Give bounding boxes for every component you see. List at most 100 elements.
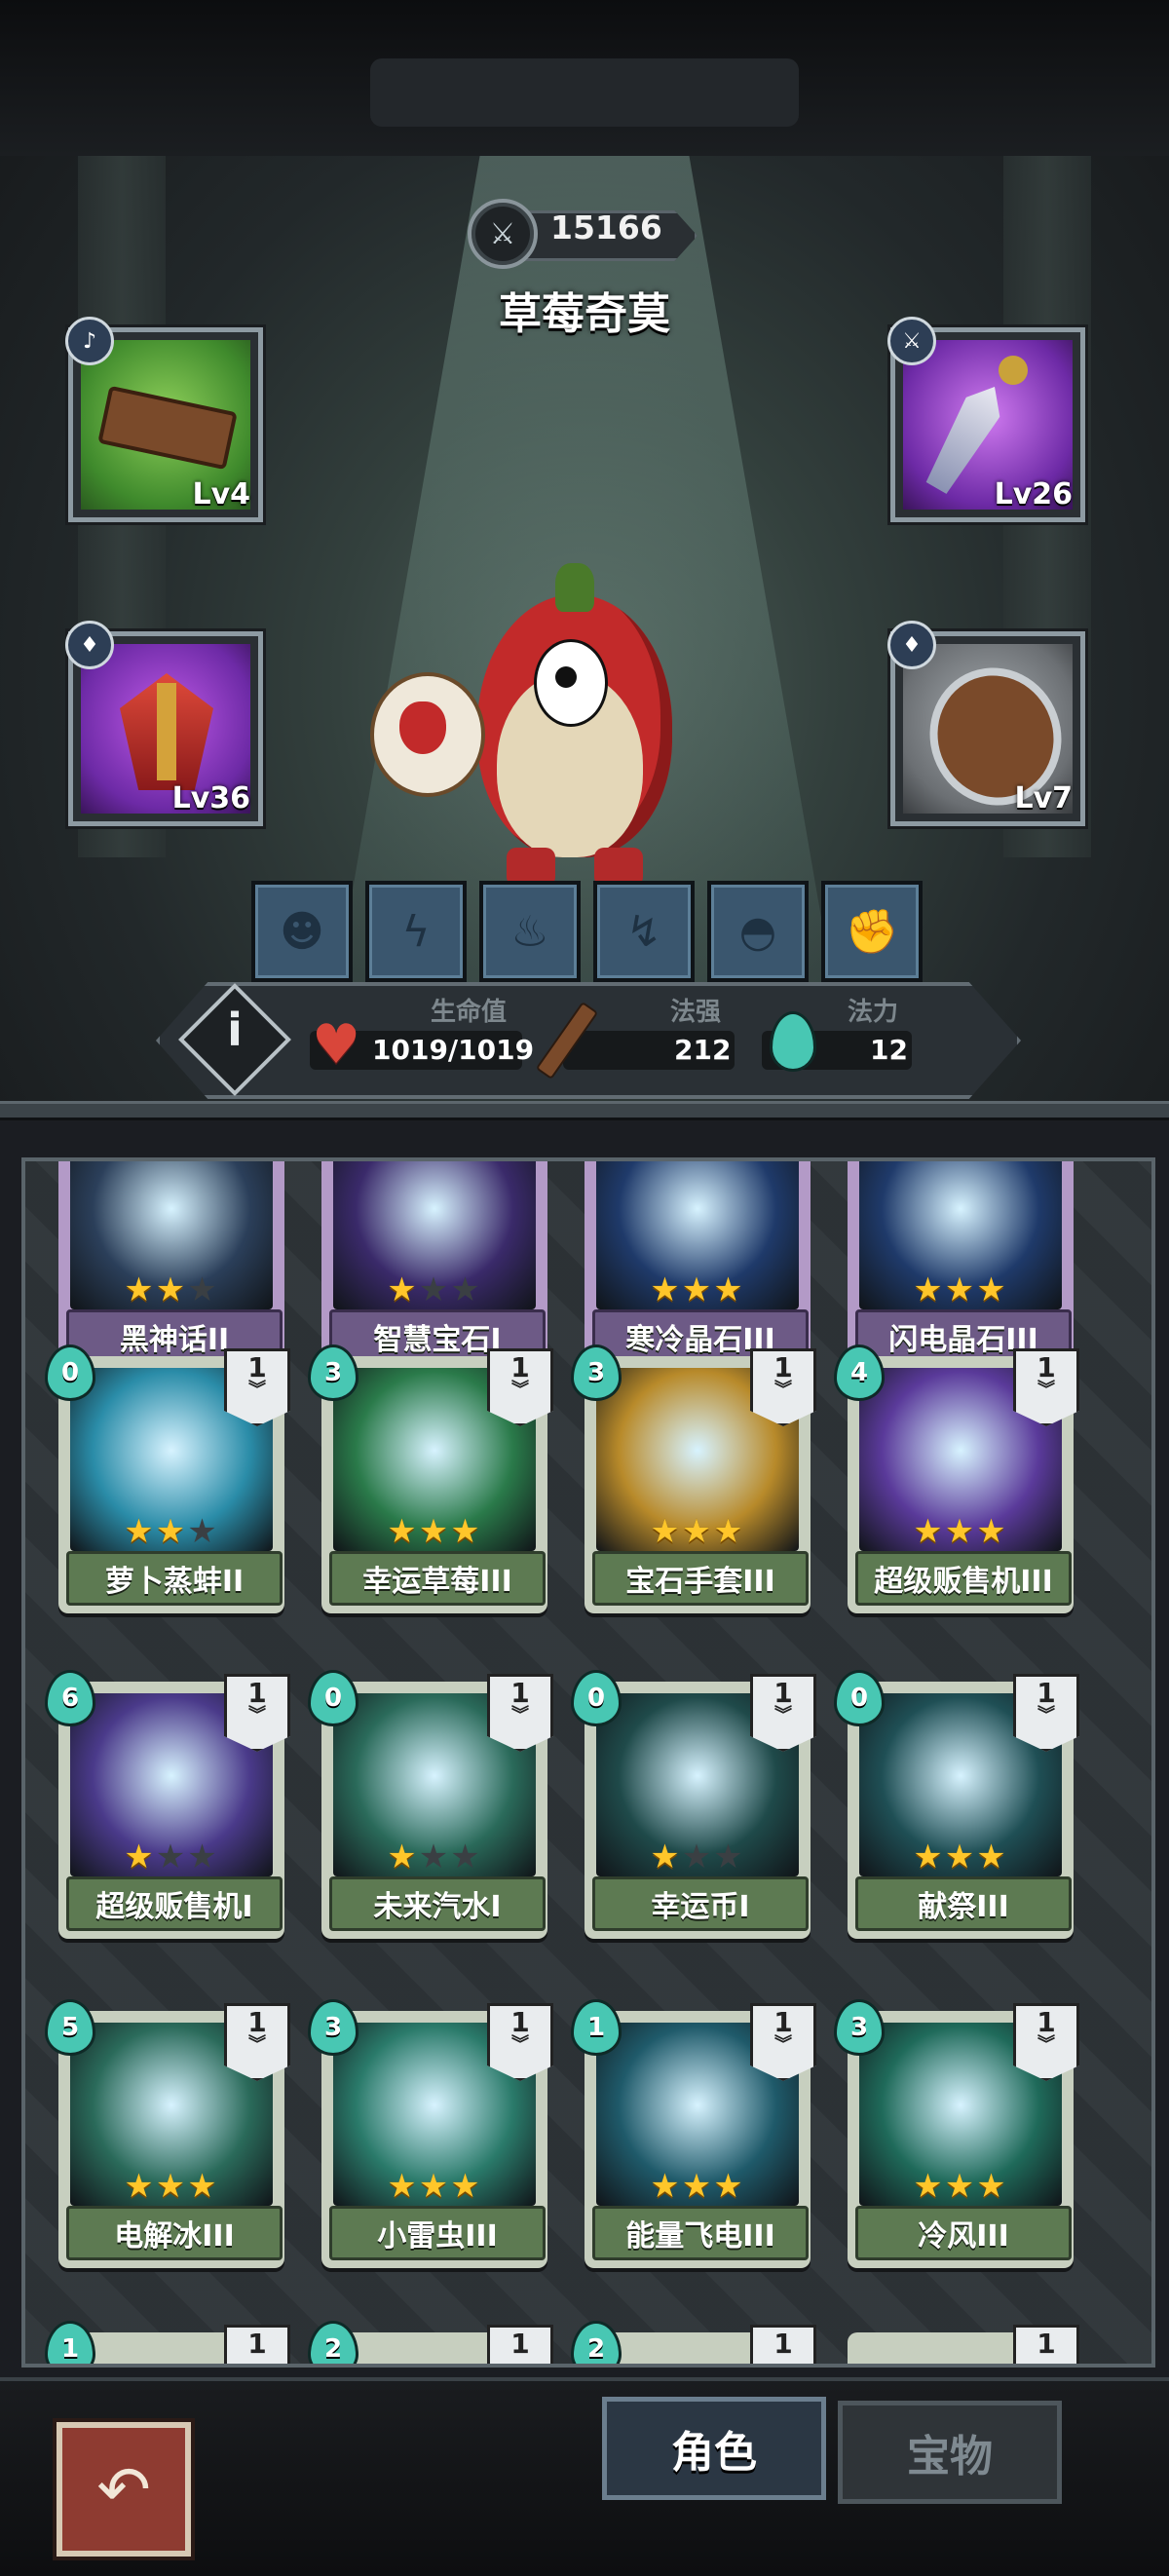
chevron-stack-icon: ︾ bbox=[1037, 1705, 1055, 1725]
card-name: 冷风III bbox=[855, 2206, 1072, 2260]
star-icon: ★ bbox=[713, 1512, 745, 1551]
section-divider bbox=[0, 1101, 1169, 1120]
star-icon: ★ bbox=[155, 1270, 188, 1309]
equip-slot-helmet[interactable]: ♦ Lv36 bbox=[65, 621, 263, 826]
equip-level: Lv36 bbox=[171, 781, 250, 815]
back-button[interactable]: ↶ bbox=[57, 2422, 191, 2557]
chevron-stack-icon: ︾ bbox=[511, 1705, 529, 1725]
card-stars: ★★★ bbox=[584, 1837, 811, 1876]
equip-level: Lv4 bbox=[192, 477, 250, 511]
skill-card[interactable]: ★★★ 超级贩售机III 4 1 ︾ bbox=[834, 1345, 1079, 1613]
card-level-badge: 1 ︾ bbox=[750, 1674, 816, 1752]
card-name: 能量飞电III bbox=[592, 2206, 809, 2260]
card-level-badge: 1 ︾ bbox=[224, 1674, 290, 1752]
skill-card[interactable]: ★★★ 能量飞电III 1 1 ︾ bbox=[571, 1999, 816, 2268]
card-level-badge: 1 ︾ bbox=[224, 2003, 290, 2081]
card-stars: ★★★ bbox=[848, 1837, 1074, 1876]
card-level-badge: 1 ︾ bbox=[1013, 2003, 1079, 2081]
skill-card[interactable]: ★★★ 幸运草莓III 3 1 ︾ bbox=[308, 1345, 553, 1613]
strawberry-stem bbox=[555, 563, 594, 612]
chevron-stack-icon: ︾ bbox=[511, 2034, 529, 2055]
fan-strawberry-icon bbox=[399, 701, 446, 754]
ceiling-pipe bbox=[370, 58, 799, 127]
star-icon: ★ bbox=[124, 1512, 156, 1551]
card-stars: ★★★ bbox=[321, 1270, 547, 1309]
star-icon: ★ bbox=[187, 2167, 219, 2206]
chevron-stack-icon: ︾ bbox=[1037, 1380, 1055, 1400]
card-stars: ★★★ bbox=[584, 2167, 811, 2206]
card-cost-badge: 3 bbox=[308, 1999, 358, 2056]
card-stars: ★★★ bbox=[848, 2167, 1074, 2206]
star-icon: ★ bbox=[976, 1512, 1008, 1551]
info-icon: i bbox=[227, 1004, 243, 1056]
skill-card[interactable]: ★★★ 黑神话II bbox=[58, 1161, 284, 1372]
card-grid-panel[interactable]: ★★★ 黑神话II ★★★ 智慧宝石I ★★★ 寒冷晶石III ★★★ 闪电晶石III ★★★ 萝… bbox=[21, 1157, 1155, 2368]
skill-card[interactable]: ★★★ 萝卜蒸蚌II 0 1 ︾ bbox=[45, 1345, 290, 1613]
heart-icon: ♥ bbox=[312, 1013, 361, 1077]
equip-slot-weapon[interactable]: ⚔ Lv26 bbox=[887, 317, 1085, 522]
star-icon: ★ bbox=[387, 1512, 419, 1551]
card-stars: ★★★ bbox=[848, 1512, 1074, 1551]
skill-card[interactable]: ★★★ 闪电晶石III bbox=[848, 1161, 1074, 1372]
star-icon: ★ bbox=[713, 1837, 745, 1876]
skill-card[interactable]: ★★★ 冷风III 3 1 ︾ bbox=[834, 1999, 1079, 2268]
back-arrow-icon: ↶ bbox=[96, 2451, 151, 2527]
card-cost-badge: 0 bbox=[571, 1670, 622, 1726]
star-icon: ★ bbox=[650, 1270, 682, 1309]
equip-slot-boots[interactable]: ♪ Lv4 bbox=[65, 317, 263, 522]
tab-role[interactable]: 角色 bbox=[602, 2397, 826, 2500]
star-icon: ★ bbox=[124, 1270, 156, 1309]
card-level-badge: 1 ︾ bbox=[487, 1348, 553, 1426]
skill-card[interactable]: ★★★ 超级贩售机I 6 1 ︾ bbox=[45, 1670, 290, 1939]
star-icon: ★ bbox=[944, 1270, 977, 1309]
lightning-runner-icon[interactable]: ↯ bbox=[593, 881, 695, 982]
star-icon: ★ bbox=[187, 1837, 219, 1876]
star-icon: ★ bbox=[450, 2167, 482, 2206]
star-icon: ★ bbox=[681, 1270, 714, 1309]
skill-card[interactable]: ★★★ 电解冰III 5 1 ︾ bbox=[45, 1999, 290, 2268]
card-cost-badge: 2 bbox=[308, 2321, 358, 2364]
face-icon[interactable]: ☻ bbox=[251, 881, 353, 982]
equip-level: Lv26 bbox=[994, 477, 1073, 511]
equip-level: Lv7 bbox=[1014, 781, 1073, 815]
star-icon: ★ bbox=[713, 2167, 745, 2206]
star-icon: ★ bbox=[681, 1837, 714, 1876]
pig-icon[interactable]: ♨ bbox=[479, 881, 581, 982]
card-cost-badge: 3 bbox=[834, 1999, 885, 2056]
chevron-stack-icon: ︾ bbox=[511, 1380, 529, 1400]
skill-card[interactable]: ★★★ 小雷虫III 3 1 ︾ bbox=[308, 1999, 553, 2268]
skill-card-partial[interactable]: 12 bbox=[308, 2321, 553, 2364]
star-icon: ★ bbox=[976, 1270, 1008, 1309]
skill-card[interactable]: ★★★ 未来汽水I 0 1 ︾ bbox=[308, 1670, 553, 1939]
mana-label: 法力 bbox=[848, 998, 899, 1027]
skill-card[interactable]: ★★★ 献祭III 0 1 ︾ bbox=[834, 1670, 1079, 1939]
skill-card-partial[interactable]: 11 bbox=[45, 2321, 290, 2364]
skill-card[interactable]: ★★★ 寒冷晶石III bbox=[584, 1161, 811, 1372]
star-icon: ★ bbox=[944, 1837, 977, 1876]
card-stars: ★★★ bbox=[58, 1270, 284, 1309]
star-icon: ★ bbox=[944, 2167, 977, 2206]
card-cost-badge: 6 bbox=[45, 1670, 95, 1726]
tab-treasure[interactable]: 宝物 bbox=[838, 2401, 1062, 2504]
card-cost-badge: 1 bbox=[571, 1999, 622, 2056]
fist-icon[interactable]: ✊ bbox=[821, 881, 923, 982]
card-level-badge: 1 bbox=[750, 2325, 816, 2364]
equip-slot-shield[interactable]: ♦ Lv7 bbox=[887, 621, 1085, 826]
star-icon: ★ bbox=[681, 1512, 714, 1551]
card-cost-badge: 0 bbox=[308, 1670, 358, 1726]
skill-card[interactable]: ★★★ 幸运币I 0 1 ︾ bbox=[571, 1670, 816, 1939]
star-icon: ★ bbox=[418, 1837, 451, 1876]
star-icon: ★ bbox=[650, 2167, 682, 2206]
skill-card-partial[interactable]: 12 bbox=[571, 2321, 816, 2364]
card-level-value: 1 bbox=[1037, 2328, 1056, 2360]
bat-icon[interactable]: ◓ bbox=[707, 881, 809, 982]
crack-icon[interactable]: ϟ bbox=[365, 881, 467, 982]
card-level-badge: 1 ︾ bbox=[1013, 1674, 1079, 1752]
skill-card[interactable]: ★★★ 宝石手套III 3 1 ︾ bbox=[571, 1345, 816, 1613]
hero-character bbox=[370, 555, 701, 887]
star-icon: ★ bbox=[418, 1512, 451, 1551]
skill-card[interactable]: ★★★ 智慧宝石I bbox=[321, 1161, 547, 1372]
card-level-badge: 1 ︾ bbox=[224, 1348, 290, 1426]
skill-card-partial[interactable]: 1 bbox=[848, 2325, 1079, 2364]
card-stars: ★★★ bbox=[321, 1837, 547, 1876]
